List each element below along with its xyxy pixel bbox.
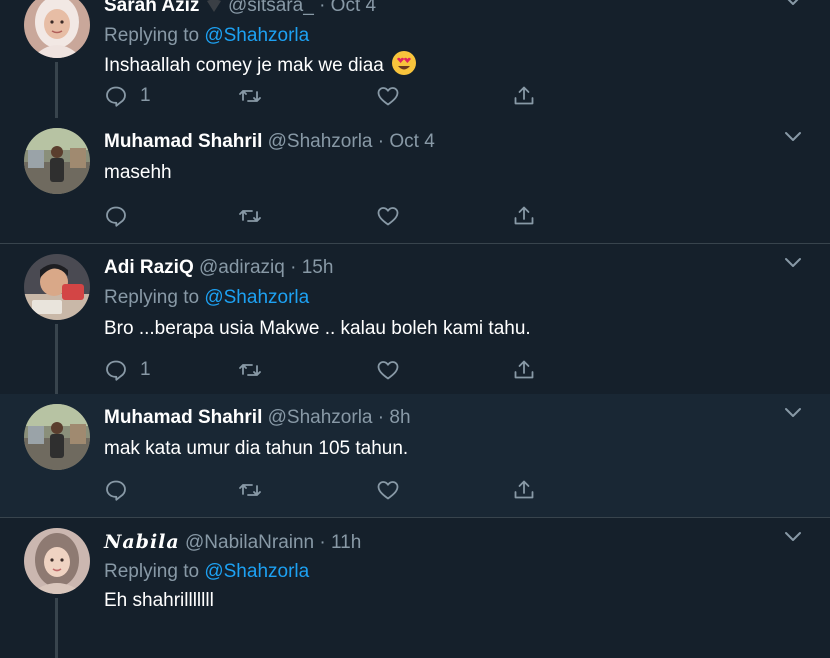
avatar[interactable] [24,128,90,194]
thread-line [55,324,58,394]
mention-link[interactable]: @Shahzorla [204,561,309,582]
verified-badge-icon [205,0,228,16]
like-button[interactable] [376,478,400,502]
share-button[interactable] [512,204,536,228]
tweet-actions: 1 [104,84,544,110]
tweet-text-body: Inshaallah comey je mak we diaa [104,55,384,76]
chevron-down-icon[interactable] [784,406,802,420]
separator-dot: · [377,407,385,428]
tweet-sarah-aziz[interactable]: Sarah Aziz @sitsara_ · Oct 4 Replying to… [0,0,830,118]
tweet-text: mak kata umur dia tahun 105 tahun. [104,438,409,459]
reply-icon [106,86,126,107]
share-button[interactable] [512,478,536,502]
avatar[interactable] [24,0,90,58]
replying-to: Replying to @Shahzorla [104,24,309,48]
share-icon [514,86,534,105]
retweet-button[interactable] [238,358,262,382]
share-button[interactable] [512,84,536,108]
reply-button[interactable]: 1 [104,84,151,108]
tweet-time[interactable]: Oct 4 [389,131,434,152]
author-name[interactable]: Nabila [104,531,180,553]
replying-to-label: Replying to [104,561,205,582]
tweet-muhamad-shahril-2[interactable]: Muhamad Shahril @Shahzorla · 8h mak kata… [0,394,830,518]
author-handle[interactable]: @NabilaNrainn [185,532,314,553]
tweet-text: Bro ...berapa usia Makwe .. kalau boleh … [104,318,531,339]
retweet-button[interactable] [238,204,262,228]
avatar[interactable] [24,254,90,320]
reply-icon [106,480,126,501]
reply-button[interactable]: 1 [104,358,151,382]
author-handle[interactable]: @adiraziq [199,257,285,278]
tweet-header: Adi RaziQ @adiraziq · 15h [104,256,333,280]
tweet-header: Muhamad Shahril @Shahzorla · Oct 4 [104,130,435,154]
reply-icon [106,360,126,381]
heart-icon [377,207,399,226]
share-icon [514,206,534,225]
reply-button[interactable] [104,478,128,502]
tweet-text: Eh shahrilllllll [104,590,214,611]
reply-count: 1 [140,85,151,106]
retweet-icon [239,210,261,222]
retweet-button[interactable] [238,84,262,108]
share-icon [514,360,534,379]
retweet-icon [239,90,261,102]
chevron-down-icon[interactable] [784,0,802,8]
mention-link[interactable]: @Shahzorla [204,25,309,46]
tweet-header: Nabila @NabilaNrainn · 11h [104,530,361,555]
share-button[interactable] [512,358,536,382]
author-handle[interactable]: @Shahzorla [268,407,373,428]
tweet-muhamad-shahril-1[interactable]: Muhamad Shahril @Shahzorla · Oct 4 maseh… [0,118,830,244]
replying-to: Replying to @Shahzorla [104,560,309,584]
author-name[interactable]: Sarah Aziz [104,0,199,16]
separator-dot: · [319,532,326,553]
avatar[interactable] [24,404,90,470]
tweet-header: Muhamad Shahril @Shahzorla · 8h [104,406,411,430]
author-handle[interactable]: @sitsara_ [228,0,314,16]
tweet-time[interactable]: 15h [302,257,334,278]
tweet-actions [104,478,544,504]
tweet-actions [104,204,544,230]
thread-line [55,62,58,118]
heart-icon [377,481,399,500]
retweet-icon [239,484,261,496]
chevron-down-icon[interactable] [784,256,802,270]
reply-button[interactable] [104,204,128,228]
author-name[interactable]: Muhamad Shahril [104,131,262,152]
separator-dot: · [319,0,326,16]
author-name[interactable]: Adi RaziQ [104,257,194,278]
avatar[interactable] [24,528,90,594]
heart-eyes-emoji-icon [389,51,417,76]
tweet-header: Sarah Aziz @sitsara_ · Oct 4 [104,0,376,18]
separator-dot: · [377,131,385,152]
reply-icon [106,206,126,227]
tweet-thread: Sarah Aziz @sitsara_ · Oct 4 Replying to… [0,0,830,658]
like-button[interactable] [376,84,400,108]
tweet-actions: 1 [104,358,544,384]
thread-line [55,598,58,658]
replying-to-label: Replying to [104,287,205,308]
mention-link[interactable]: @Shahzorla [204,287,309,308]
chevron-down-icon[interactable] [784,130,802,144]
heart-icon [377,87,399,106]
chevron-down-icon[interactable] [784,530,802,544]
separator-dot: · [290,257,297,278]
author-name[interactable]: Muhamad Shahril [104,407,262,428]
like-button[interactable] [376,358,400,382]
retweet-button[interactable] [238,478,262,502]
heart-icon [377,361,399,380]
tweet-time[interactable]: 11h [331,532,361,553]
like-button[interactable] [376,204,400,228]
replying-to: Replying to @Shahzorla [104,286,309,310]
tweet-text: masehh [104,162,172,183]
reply-count: 1 [140,359,151,380]
tweet-text: Inshaallah comey je mak we diaa [104,50,417,79]
tweet-adi-raziq[interactable]: Adi RaziQ @adiraziq · 15h Replying to @S… [0,244,830,394]
tweet-time[interactable]: Oct 4 [331,0,376,16]
retweet-icon [239,364,261,376]
share-icon [514,480,534,499]
replying-to-label: Replying to [104,25,205,46]
tweet-time[interactable]: 8h [389,407,410,428]
author-handle[interactable]: @Shahzorla [268,131,373,152]
tweet-nabila[interactable]: Nabila @NabilaNrainn · 11h Replying to @… [0,518,830,658]
